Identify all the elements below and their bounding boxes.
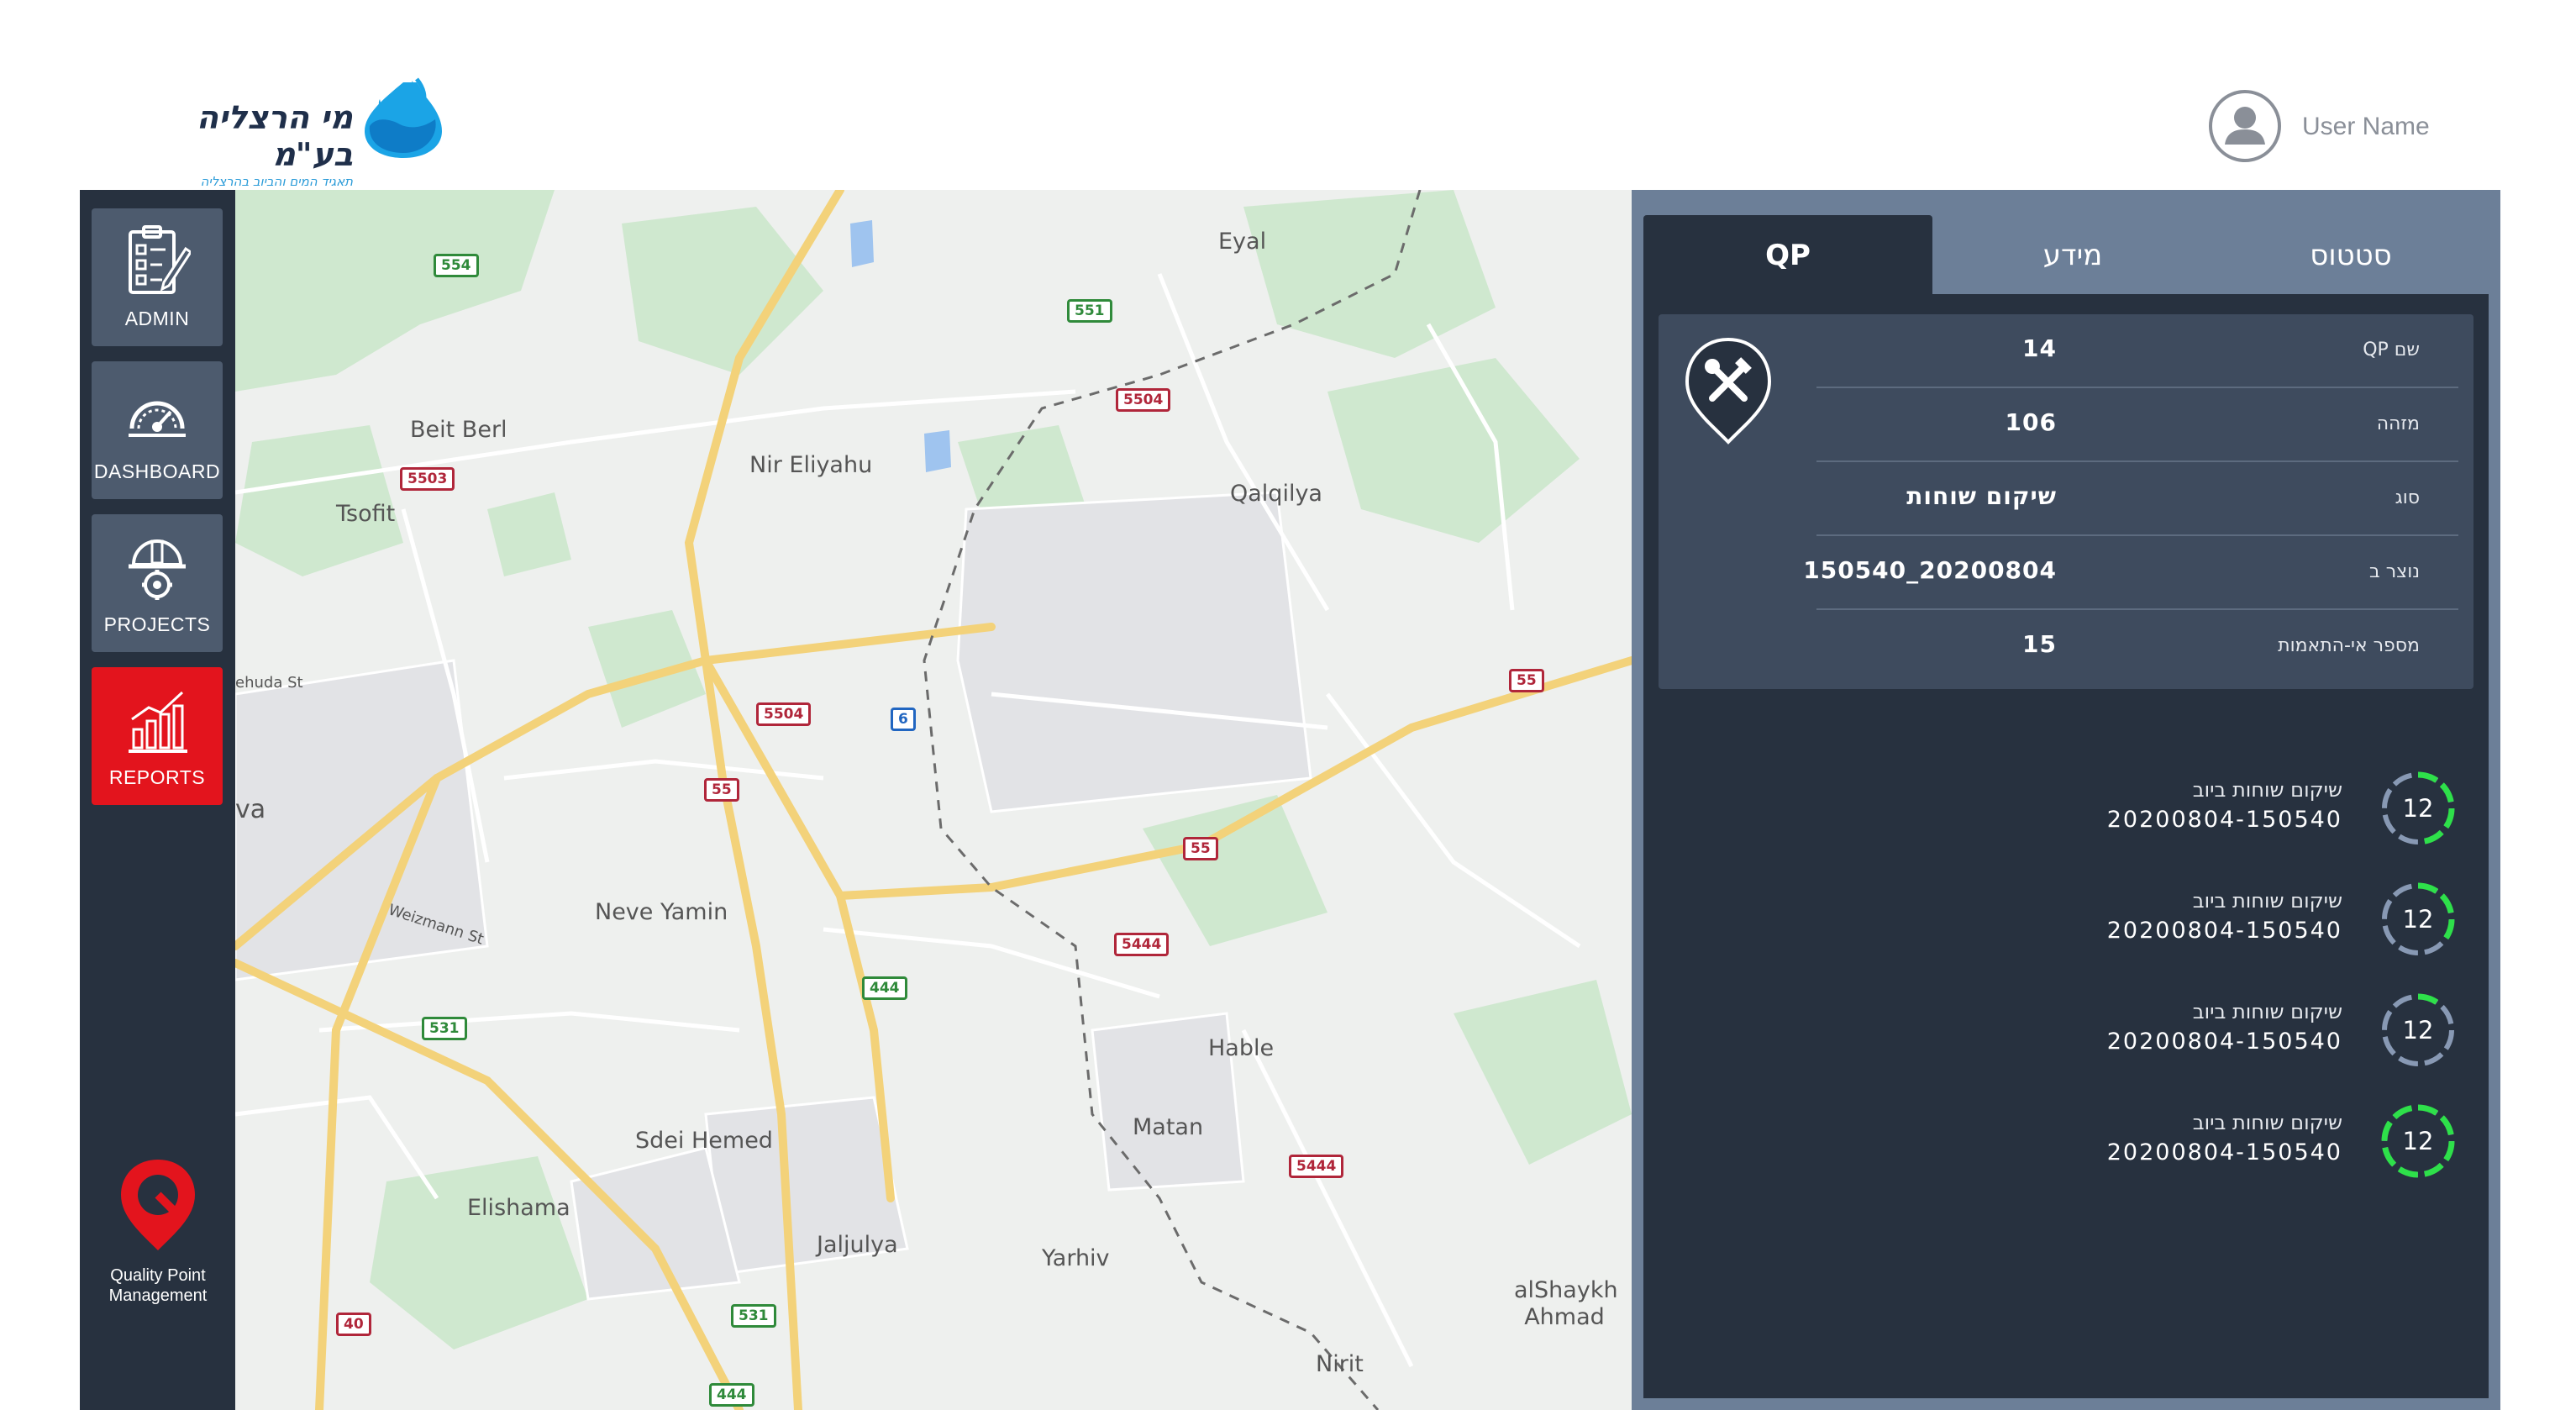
road-shield: 5444 (1114, 933, 1170, 956)
checklist-icon (129, 225, 191, 294)
sidebar-item-label: PROJECTS (103, 613, 211, 635)
list-item-count: 12 (2402, 1127, 2434, 1155)
qp-key: נוצר ב (2369, 561, 2420, 582)
qp-row-id: מזהה 106 (1816, 388, 2458, 462)
panel-body: שם QP 14 מזהה 106 סוג שיקום שוחות נוצר ב… (1643, 294, 2489, 1398)
map-place-label: Nirit (1316, 1351, 1364, 1377)
list-item-title: שיקום שוחות ביוב (2192, 889, 2342, 913)
map-place-label: Sdei Hemed (635, 1128, 773, 1154)
road-shield: 55 (1183, 837, 1218, 860)
qp-key: מספר אי-התאמות (2278, 635, 2420, 656)
list-item-title: שיקום שוחות ביוב (2192, 1111, 2342, 1134)
water-drop-icon (365, 77, 442, 158)
map-street-label: ehuda St (235, 674, 303, 692)
road-shield: 55 (704, 778, 739, 802)
qp-row-name: שם QP 14 (1816, 314, 2458, 388)
sidebar-item-projects[interactable]: PROJECTS (92, 514, 223, 652)
list-item-date: 20200804-150540 (2106, 1029, 2342, 1055)
map-place-label: Jaljulya (817, 1232, 898, 1258)
road-shield: 6 (891, 708, 916, 731)
qp-value: 106 (2005, 408, 2057, 436)
list-item-date: 20200804-150540 (2106, 1139, 2342, 1165)
road-shield: 531 (422, 1017, 467, 1040)
sidebar-item-admin[interactable]: ADMIN (92, 208, 223, 346)
list-item[interactable]: שיקום שוחות ביוב 20200804-150540 12 (1659, 879, 2473, 971)
map-place-label: Tsofit (336, 501, 396, 527)
road-shield: 444 (862, 976, 907, 1000)
map-place-label: Beit Berl (410, 417, 507, 443)
bar-chart-icon (129, 691, 187, 753)
sidebar: ADMIN DASHBOARD PROJECTS REPORTS Quality… (80, 190, 235, 1410)
map-place-label: Yarhiv (1042, 1245, 1110, 1271)
list-item[interactable]: שיקום שוחות ביוב 20200804-150540 12 (1659, 768, 2473, 860)
map-place-label: alShaykh Ahmad (1514, 1277, 1618, 1330)
road-shield: 531 (731, 1304, 776, 1328)
user-menu[interactable]: User Name (2208, 89, 2460, 166)
road-shield: 5503 (400, 467, 455, 491)
qp-row-type: סוג שיקום שוחות (1816, 462, 2458, 536)
map-place-label: Matan (1133, 1114, 1204, 1140)
qp-key: סוג (2395, 487, 2420, 508)
qpm-pin-logo-icon (121, 1160, 195, 1250)
list-item-count: 12 (2402, 905, 2434, 934)
map-place-label: Nir Eliyahu (749, 452, 873, 478)
tab-info[interactable]: מידע (1932, 215, 2213, 296)
road-shield: 5444 (1289, 1155, 1344, 1178)
qp-details-card: שם QP 14 מזהה 106 סוג שיקום שוחות נוצר ב… (1659, 314, 2473, 689)
qpm-line1: Quality Point (110, 1266, 206, 1285)
map-canvas (235, 190, 1632, 1410)
qp-row-nonconformities: מספר אי-התאמות 15 (1816, 610, 2458, 682)
map-place-label: Hable (1208, 1035, 1275, 1061)
sidebar-item-dashboard[interactable]: DASHBOARD (92, 361, 223, 499)
list-item-date: 20200804-150540 (2106, 807, 2342, 833)
qp-value: 20200804_150540 (1803, 556, 2057, 584)
map-place-label: Eyal (1218, 229, 1267, 255)
panel-tabs: QP מידע סטטוס (1643, 215, 2489, 296)
map-view[interactable]: Eyal Beit Berl Nir Eliyahu Qalqilya Tsof… (235, 190, 1632, 1410)
list-item[interactable]: שיקום שוחות ביוב 20200804-150540 12 (1659, 1101, 2473, 1193)
tab-status[interactable]: סטטוס (2213, 215, 2489, 296)
road-shield: 554 (434, 254, 479, 277)
list-item[interactable]: שיקום שוחות ביוב 20200804-150540 12 (1659, 990, 2473, 1082)
gauge-icon (129, 401, 186, 437)
qp-key: מזהה (2376, 413, 2420, 434)
sidebar-item-label: DASHBOARD (93, 460, 221, 482)
qpm-brand-text: Quality Point Management (97, 1265, 219, 1306)
hardhat-gear-icon (129, 539, 186, 600)
company-tagline: תאגיד המים והביוב בהרצליה (200, 174, 353, 189)
sidebar-item-label: ADMIN (124, 308, 190, 329)
qp-value: שיקום שוחות (1906, 482, 2057, 510)
list-item-date: 20200804-150540 (2106, 918, 2342, 944)
map-place-label: va (235, 795, 266, 824)
tools-pin-icon (1685, 337, 1772, 445)
list-item-count: 12 (2402, 1016, 2434, 1044)
company-name: מי הרצליה בע"מ (197, 99, 353, 173)
road-shield: 551 (1067, 299, 1112, 323)
user-avatar-icon[interactable] (2208, 89, 2282, 163)
list-item-count: 12 (2402, 794, 2434, 823)
user-name[interactable]: User Name (2302, 113, 2430, 141)
tab-qp[interactable]: QP (1643, 215, 1932, 296)
qpm-line2: Management (108, 1286, 208, 1305)
app-header: מי הרצליה בע"מ תאגיד המים והביוב בהרצליה… (0, 0, 2576, 190)
road-shield: 5504 (1116, 388, 1171, 412)
qp-key: שם QP (2363, 339, 2420, 360)
list-item-title: שיקום שוחות ביוב (2192, 778, 2342, 802)
qp-value: 15 (2022, 630, 2057, 658)
road-shield: 5504 (756, 702, 812, 726)
road-shield: 55 (1509, 669, 1544, 692)
map-place-label: Elishama (467, 1195, 570, 1221)
map-place-label: Neve Yamin (595, 899, 728, 925)
qp-row-created: נוצר ב 20200804_150540 (1803, 536, 2458, 610)
sidebar-item-label: REPORTS (108, 766, 206, 788)
qp-value: 14 (2022, 334, 2057, 362)
details-panel: QP מידע סטטוס שם QP 14 מזהה 106 סוג שיקו… (1632, 190, 2500, 1410)
sidebar-item-reports[interactable]: REPORTS (92, 667, 223, 805)
road-shield: 40 (336, 1313, 371, 1336)
map-place-label: Qalqilya (1230, 481, 1322, 507)
road-shield: 444 (709, 1383, 754, 1407)
qpm-brand: Quality Point Management (97, 1156, 219, 1306)
list-item-title: שיקום שוחות ביוב (2192, 1000, 2342, 1023)
company-logo-text: מי הרצליה בע"מ תאגיד המים והביוב בהרצליה (118, 99, 353, 190)
